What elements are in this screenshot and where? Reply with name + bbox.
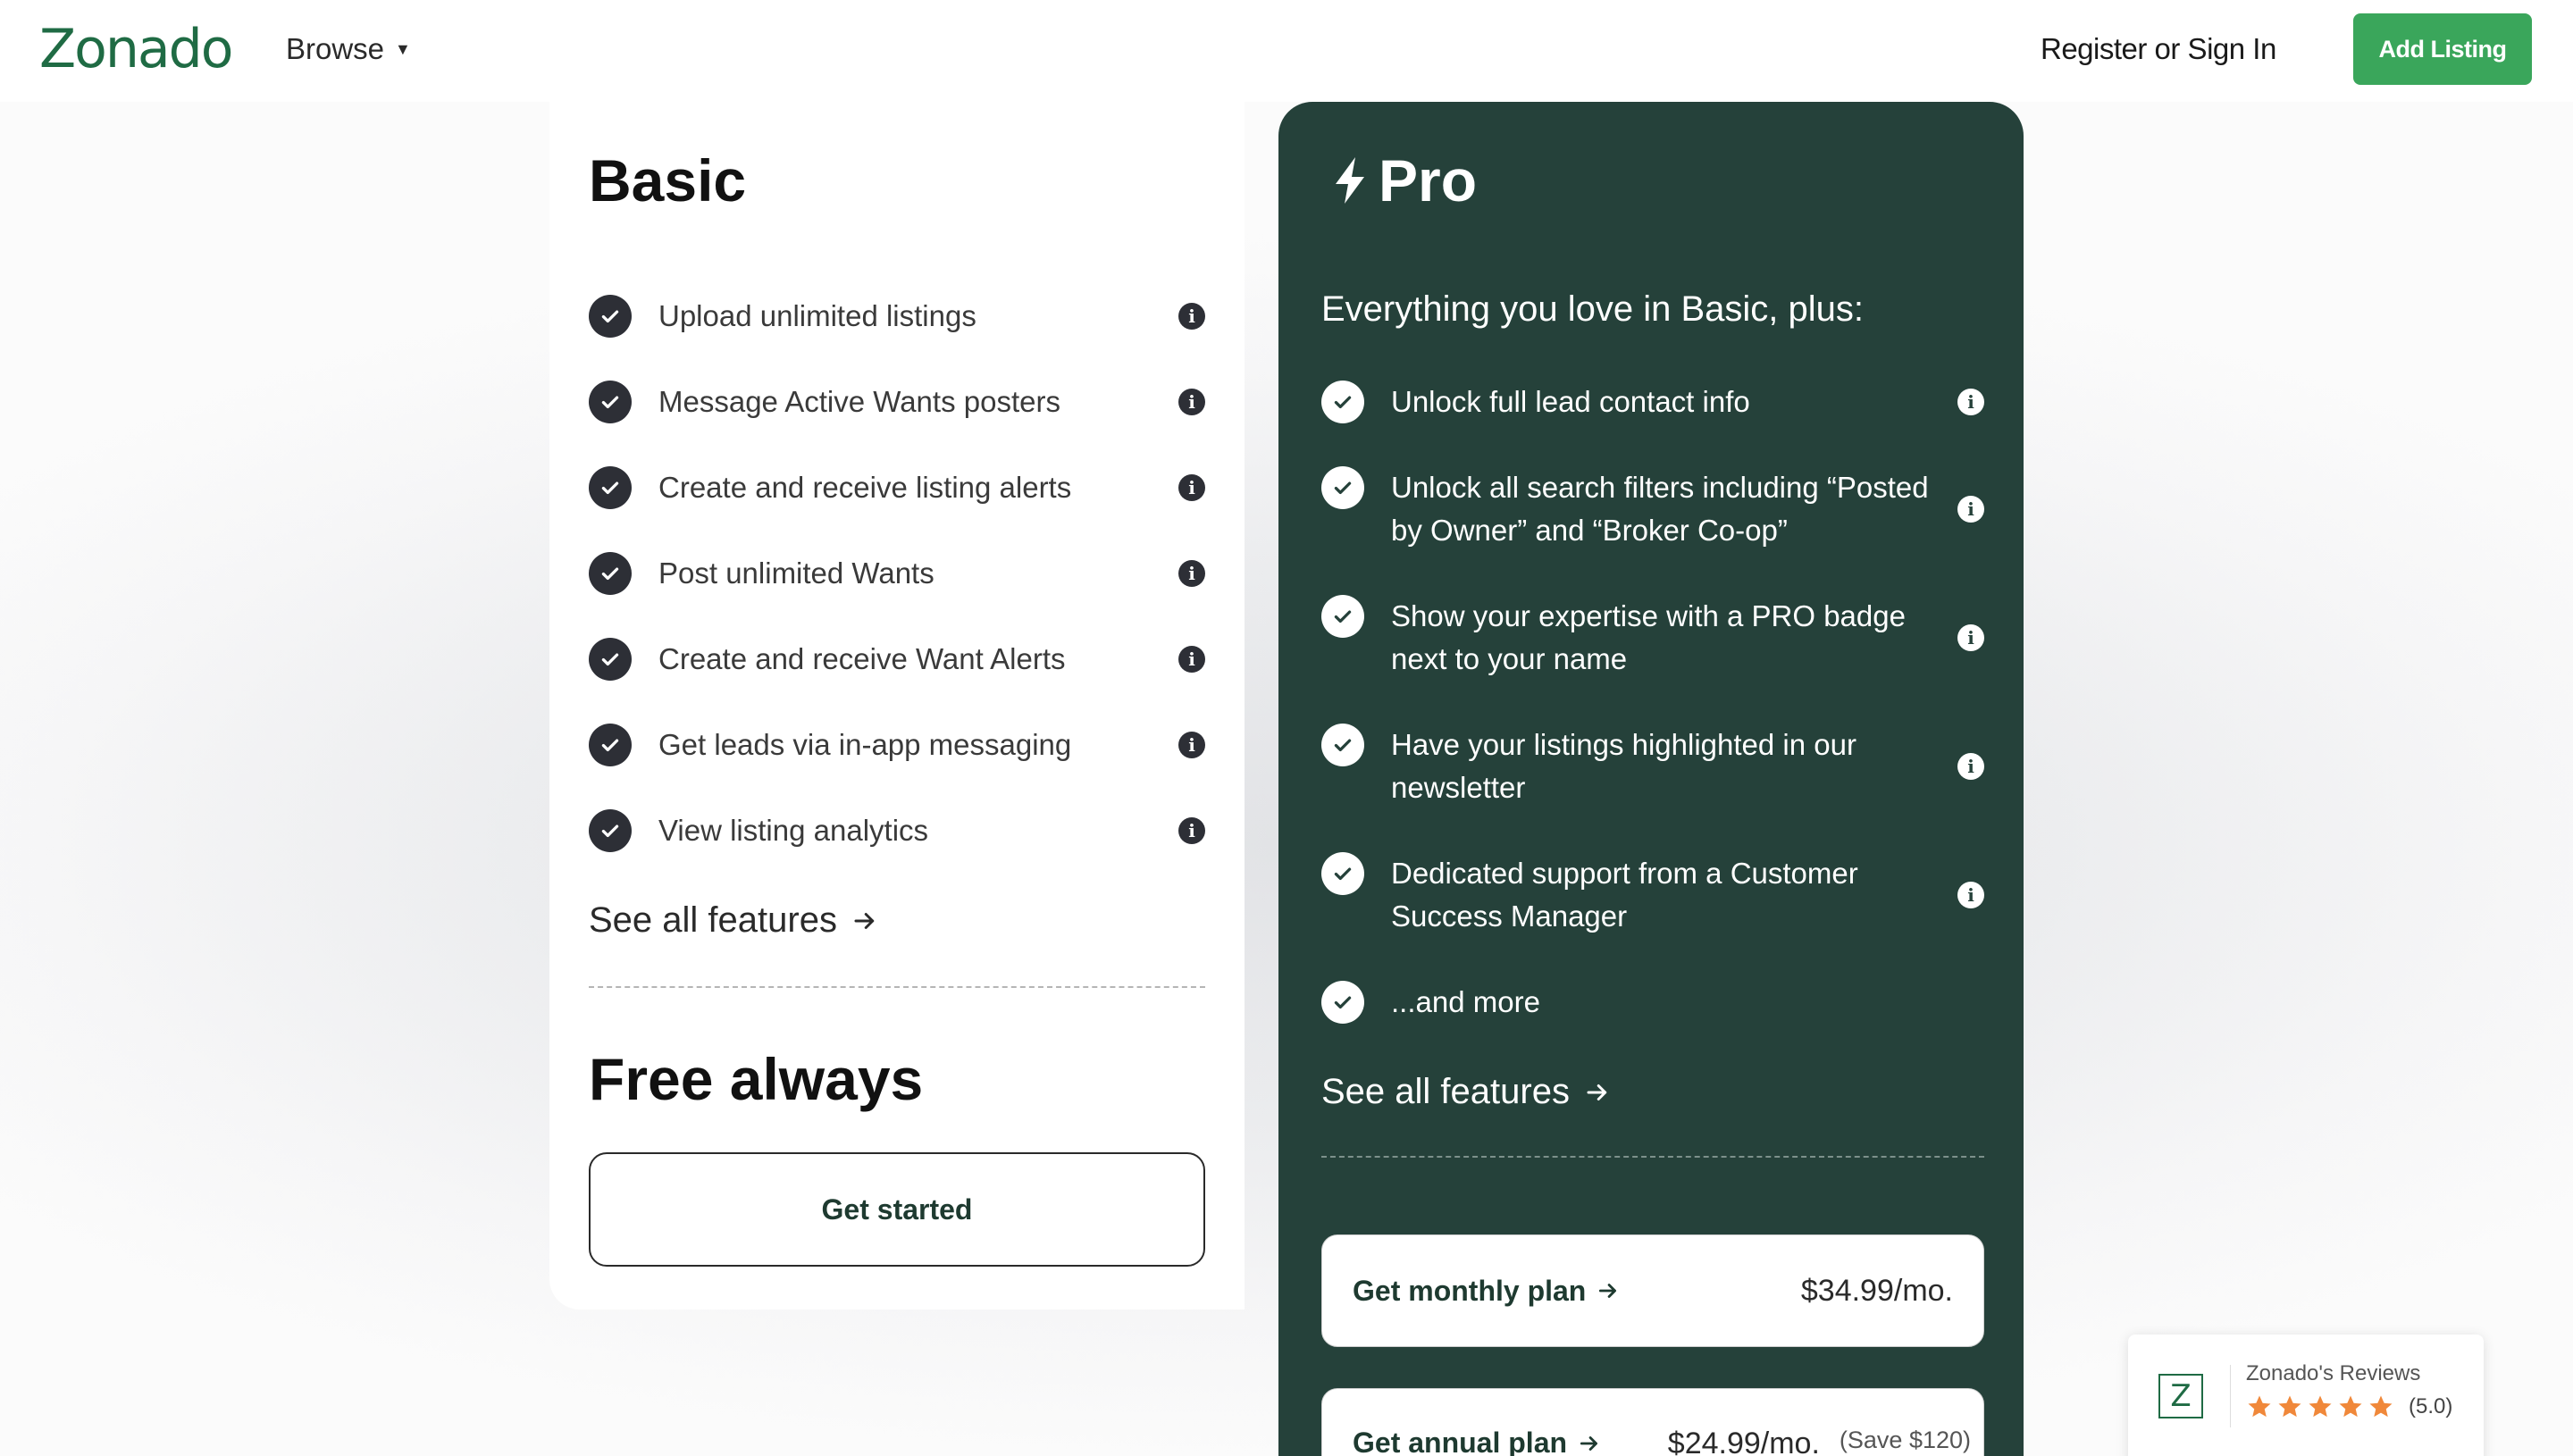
dashed-divider xyxy=(589,986,1205,988)
reviews-widget[interactable]: Z Zonado's Reviews (5.0) xyxy=(2128,1335,2484,1456)
basic-feature-item: Upload unlimited listings i xyxy=(589,295,1205,338)
see-all-label: See all features xyxy=(1321,1072,1570,1111)
arrow-right-icon xyxy=(1599,1284,1617,1298)
info-icon[interactable]: i xyxy=(1178,389,1205,415)
star-icon xyxy=(2248,1395,2271,1418)
pro-plan-title: Pro xyxy=(1330,146,1477,214)
feature-label: Have your listings highlighted in our ne… xyxy=(1391,728,1856,804)
zonado-z-logo: Z xyxy=(2158,1374,2203,1418)
browse-label: Browse xyxy=(286,32,385,65)
check-icon xyxy=(589,295,632,338)
caret-down-icon: ▼ xyxy=(395,39,411,58)
annual-plan-button[interactable]: Get annual plan $24.99/mo. (Save $120) xyxy=(1321,1388,1984,1456)
monthly-plan-label: Get monthly plan xyxy=(1353,1275,1620,1308)
check-icon xyxy=(1321,981,1364,1024)
star-icon xyxy=(2278,1395,2301,1418)
basic-feature-item: Message Active Wants posters i xyxy=(589,381,1205,423)
browse-menu[interactable]: Browse ▼ xyxy=(286,32,411,66)
monthly-plan-text: Get monthly plan xyxy=(1353,1274,1587,1307)
basic-plan-card: Basic Upload unlimited listings i Messag… xyxy=(549,100,1245,1310)
pro-subtitle: Everything you love in Basic, plus: xyxy=(1321,289,1864,329)
star-icon xyxy=(2339,1395,2362,1418)
feature-label: Create and receive Want Alerts xyxy=(658,642,1066,675)
pro-feature-item: Show your expertise with a PRO badge nex… xyxy=(1321,595,1984,681)
feature-label: Message Active Wants posters xyxy=(658,385,1060,418)
site-header: Zonado Browse ▼ Register or Sign In Add … xyxy=(0,0,2573,102)
pro-feature-item: Have your listings highlighted in our ne… xyxy=(1321,724,1984,809)
check-icon xyxy=(1321,595,1364,638)
star-icon xyxy=(2369,1395,2393,1418)
monthly-plan-price: $34.99/mo. xyxy=(1800,1273,1953,1308)
pro-plan-card: Pro Everything you love in Basic, plus: … xyxy=(1278,102,2024,1456)
add-listing-button[interactable]: Add Listing xyxy=(2353,13,2532,85)
info-icon[interactable]: i xyxy=(1178,474,1205,501)
feature-label: Unlock all search filters including “Pos… xyxy=(1391,471,1929,547)
info-icon[interactable]: i xyxy=(1957,882,1984,908)
check-icon xyxy=(589,638,632,681)
annual-plan-label: Get annual plan xyxy=(1353,1427,1601,1456)
get-started-button[interactable]: Get started xyxy=(589,1152,1205,1267)
feature-label: Get leads via in-app messaging xyxy=(658,728,1072,761)
check-icon xyxy=(1321,724,1364,766)
rating-stars: (5.0) xyxy=(2246,1393,2452,1420)
info-icon[interactable]: i xyxy=(1957,496,1984,523)
info-icon[interactable]: i xyxy=(1178,646,1205,673)
basic-feature-item: View listing analytics i xyxy=(589,809,1205,852)
basic-feature-item: Get leads via in-app messaging i xyxy=(589,724,1205,766)
basic-feature-item: Post unlimited Wants i xyxy=(589,552,1205,595)
see-all-label: See all features xyxy=(589,900,837,940)
pro-feature-item: Dedicated support from a Customer Succes… xyxy=(1321,852,1984,938)
info-icon[interactable]: i xyxy=(1178,732,1205,758)
annual-plan-text: Get annual plan xyxy=(1353,1427,1568,1456)
reviews-title: Zonado's Reviews xyxy=(2246,1361,2421,1385)
check-icon xyxy=(589,466,632,509)
check-icon xyxy=(589,809,632,852)
feature-label: Show your expertise with a PRO badge nex… xyxy=(1391,599,1906,675)
arrow-right-icon xyxy=(854,912,875,929)
zonado-logo[interactable]: Zonado xyxy=(39,18,233,80)
basic-price-title: Free always xyxy=(589,1046,924,1112)
pro-feature-item: Unlock all search filters including “Pos… xyxy=(1321,466,1984,552)
annual-plan-price: $24.99/mo. xyxy=(1667,1427,1820,1456)
pro-title-label: Pro xyxy=(1379,147,1478,213)
annual-plan-savings: (Save $120) xyxy=(1839,1427,1971,1453)
pro-feature-item: Unlock full lead contact info i xyxy=(1321,381,1984,423)
basic-plan-title: Basic xyxy=(589,147,747,213)
feature-label: Upload unlimited listings xyxy=(658,299,976,332)
monthly-plan-button[interactable]: Get monthly plan $34.99/mo. xyxy=(1321,1234,1984,1347)
feature-label: Create and receive listing alerts xyxy=(658,471,1072,504)
arrow-right-icon xyxy=(1580,1435,1598,1451)
info-icon[interactable]: i xyxy=(1957,624,1984,651)
check-icon xyxy=(589,381,632,423)
check-icon xyxy=(1321,852,1364,895)
info-icon[interactable]: i xyxy=(1178,817,1205,844)
info-icon[interactable]: i xyxy=(1178,303,1205,330)
pro-see-all-features-link[interactable]: See all features xyxy=(1321,1072,1611,1112)
pro-feature-item: ...and more xyxy=(1321,981,1984,1024)
check-icon xyxy=(589,724,632,766)
feature-label: View listing analytics xyxy=(658,814,929,847)
register-signin-link[interactable]: Register or Sign In xyxy=(2041,32,2276,66)
dashed-divider xyxy=(1321,1156,1984,1158)
reviews-divider xyxy=(2230,1365,2231,1427)
feature-label: Post unlimited Wants xyxy=(658,556,934,590)
info-icon[interactable]: i xyxy=(1957,753,1984,780)
feature-label: Dedicated support from a Customer Succes… xyxy=(1391,857,1858,933)
basic-see-all-features-link[interactable]: See all features xyxy=(589,900,878,941)
check-icon xyxy=(1321,466,1364,509)
feature-label: Unlock full lead contact info xyxy=(1391,385,1750,418)
check-icon xyxy=(1321,381,1364,423)
info-icon[interactable]: i xyxy=(1178,560,1205,587)
basic-feature-item: Create and receive Want Alerts i xyxy=(589,638,1205,681)
bolt-icon xyxy=(1330,155,1370,205)
info-icon[interactable]: i xyxy=(1957,389,1984,415)
feature-label: ...and more xyxy=(1391,985,1540,1018)
star-icon xyxy=(2309,1395,2332,1418)
check-icon xyxy=(589,552,632,595)
basic-feature-item: Create and receive listing alerts i xyxy=(589,466,1205,509)
rating-score: (5.0) xyxy=(2409,1394,2453,1418)
arrow-right-icon xyxy=(1587,1084,1607,1100)
